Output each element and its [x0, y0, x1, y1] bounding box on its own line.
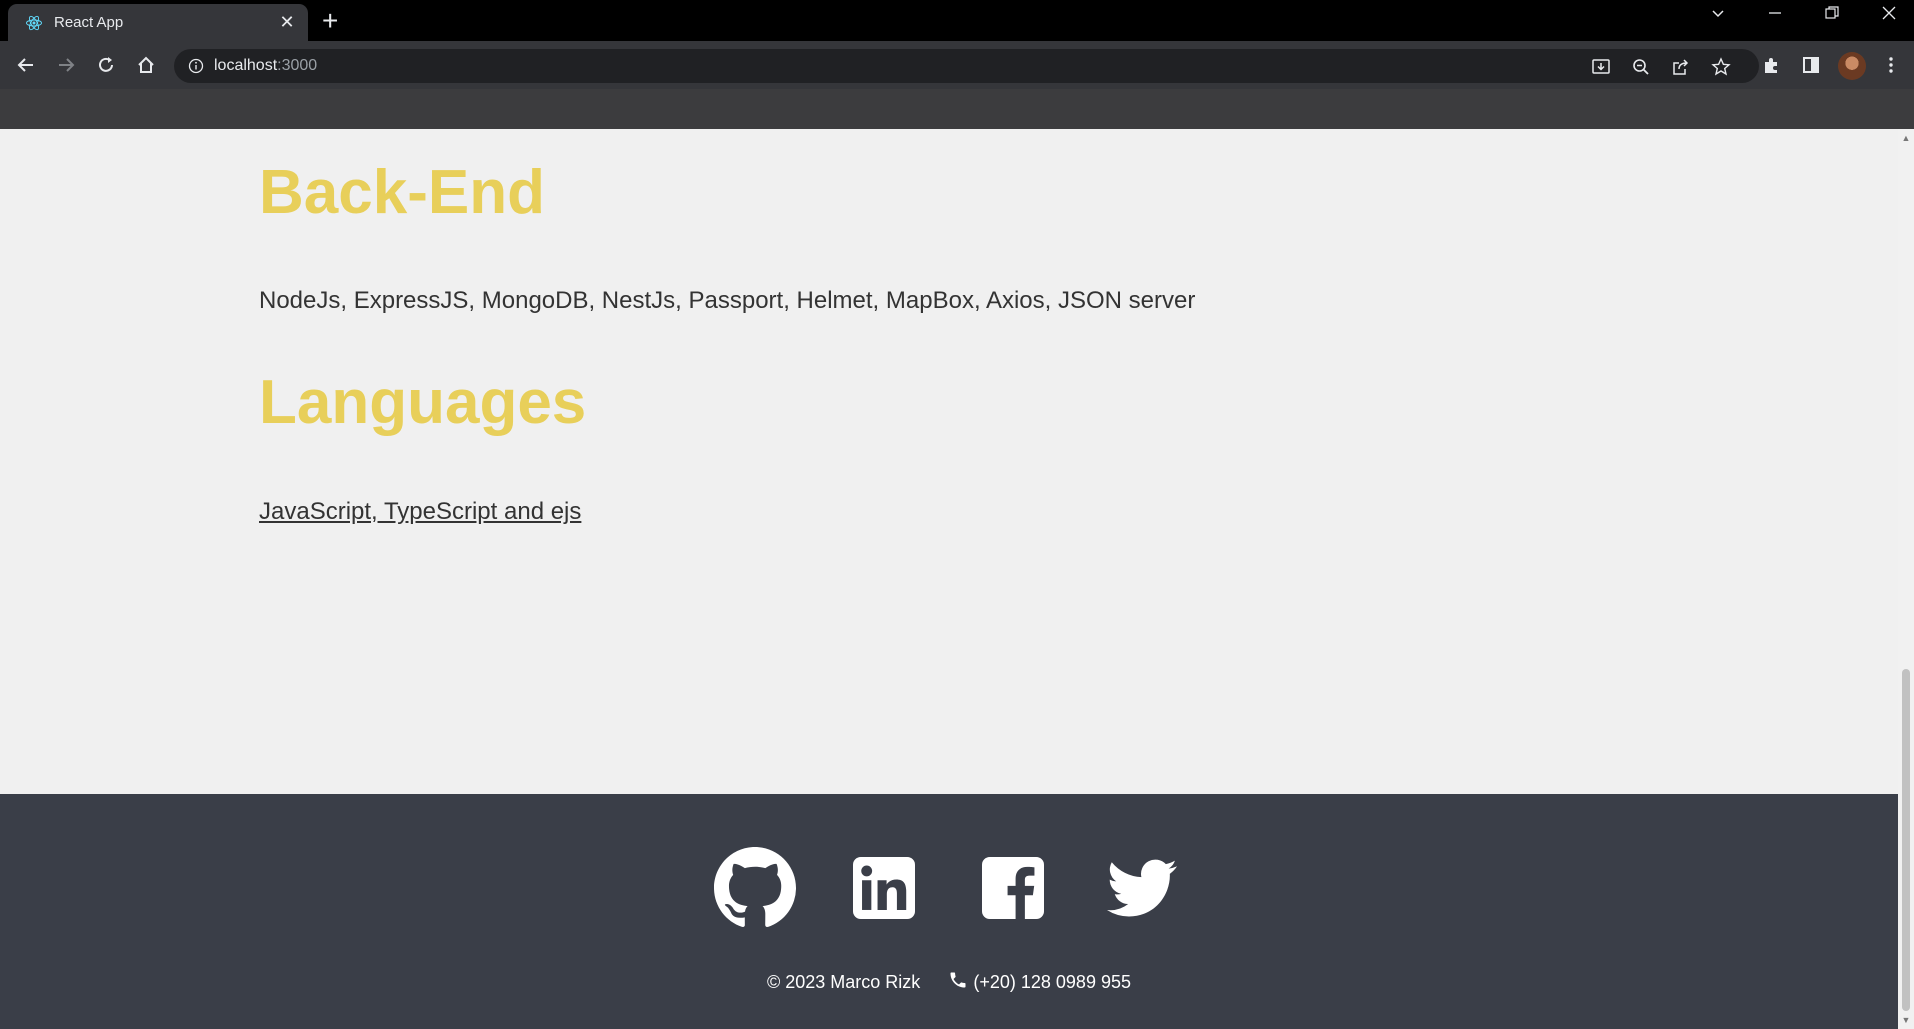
section-text-backend: NodeJs, ExpressJS, MongoDB, NestJs, Pass…: [259, 287, 1196, 314]
browser-toolbar: localhost:3000: [0, 41, 1914, 89]
tab-search-icon[interactable]: [1703, 5, 1733, 26]
home-icon[interactable]: [132, 51, 160, 79]
phone-icon: [948, 970, 968, 995]
section-text-languages[interactable]: JavaScript, TypeScript and ejs: [259, 498, 581, 526]
new-tab-button[interactable]: +: [322, 7, 338, 35]
close-tab-icon[interactable]: ✕: [276, 12, 298, 33]
footer: © 2023 Marco Rizk (+20) 128 0989 955: [0, 794, 1898, 1029]
twitter-icon[interactable]: [1100, 846, 1184, 930]
side-panel-icon[interactable]: [1799, 53, 1823, 77]
profile-avatar[interactable]: [1838, 52, 1866, 80]
browser-tab[interactable]: React App ✕: [8, 4, 308, 41]
linkedin-icon[interactable]: [842, 846, 926, 930]
footer-info: © 2023 Marco Rizk (+20) 128 0989 955: [0, 970, 1898, 995]
extensions-icon[interactable]: [1759, 53, 1783, 77]
share-icon[interactable]: [1669, 55, 1693, 79]
phone-number[interactable]: (+20) 128 0989 955: [973, 972, 1131, 992]
url-port: :3000: [277, 57, 318, 74]
menu-dots-icon[interactable]: [1879, 53, 1903, 77]
copyright-text: © 2023 Marco Rizk: [766, 972, 921, 992]
browser-tab-bar: React App ✕ +: [0, 0, 1914, 41]
minimize-icon[interactable]: [1760, 5, 1790, 26]
forward-icon[interactable]: [52, 51, 80, 79]
skills-section: Back-End NodeJs, ExpressJS, MongoDB, Nes…: [0, 129, 1898, 794]
zoom-icon[interactable]: [1629, 55, 1653, 79]
github-icon[interactable]: [713, 846, 797, 930]
scroll-down-arrow-icon[interactable]: ▼: [1901, 1015, 1911, 1025]
url-host: localhost: [214, 57, 278, 74]
close-window-icon[interactable]: [1874, 5, 1904, 26]
section-heading-backend: Back-End: [259, 158, 545, 227]
scroll-up-arrow-icon[interactable]: ▲: [1901, 133, 1911, 143]
tab-title: React App: [54, 14, 124, 31]
reload-icon[interactable]: [92, 51, 120, 79]
back-icon[interactable]: [12, 51, 40, 79]
site-info-icon[interactable]: [188, 58, 204, 74]
address-bar[interactable]: localhost:3000: [174, 49, 1759, 83]
page-scrollbar[interactable]: ▲ ▼: [1898, 129, 1914, 1029]
scrollbar-thumb[interactable]: [1902, 669, 1910, 1011]
react-logo-icon: [24, 13, 44, 33]
restore-icon[interactable]: [1817, 5, 1847, 26]
page-navbar: [0, 89, 1914, 129]
install-app-icon[interactable]: [1589, 55, 1613, 79]
section-heading-languages: Languages: [259, 368, 587, 437]
facebook-icon[interactable]: [971, 846, 1055, 930]
bookmark-star-icon[interactable]: [1709, 55, 1733, 79]
